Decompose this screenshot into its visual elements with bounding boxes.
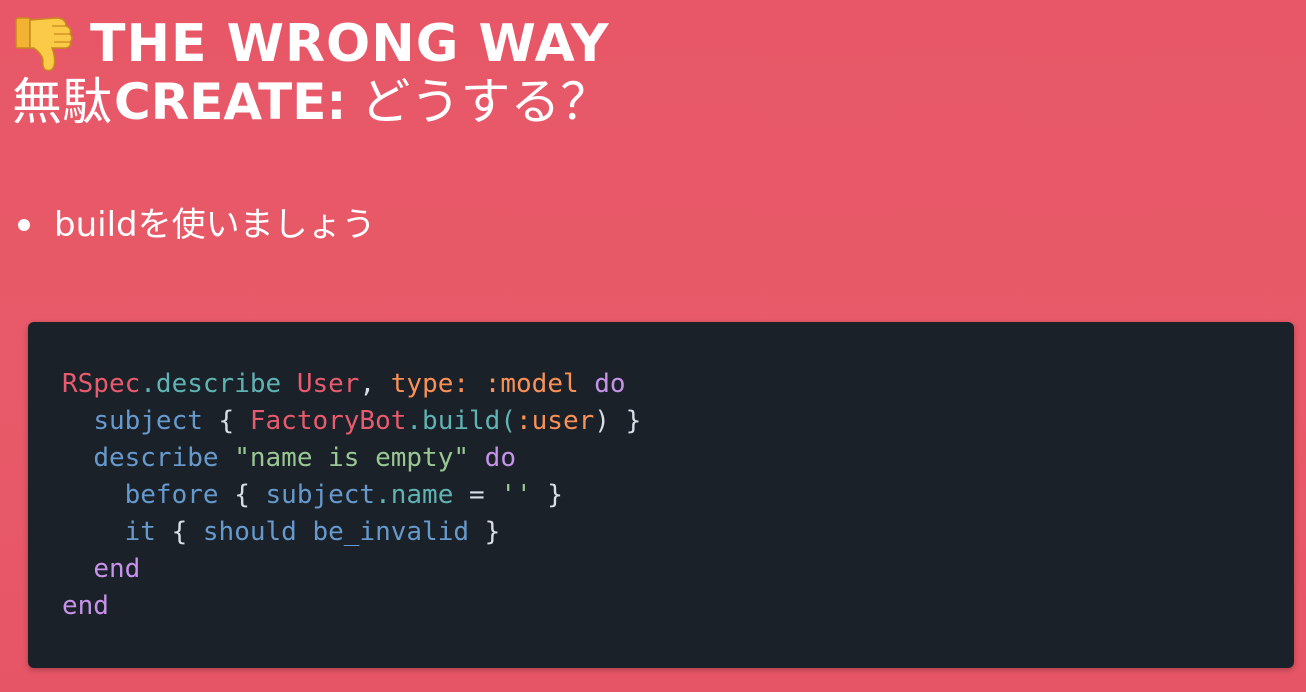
code-token: { <box>218 480 266 510</box>
code-token: before <box>124 480 219 510</box>
code-token: } <box>469 517 501 547</box>
code-token: , <box>359 369 391 399</box>
code-content: RSpec.describe User, type: :model do sub… <box>62 366 641 625</box>
code-token: :user <box>515 406 595 436</box>
code-token: do <box>484 443 516 473</box>
subtitle-question: どうする？ <box>360 73 611 131</box>
code-token: type: <box>390 369 470 399</box>
code-token: { <box>155 517 203 547</box>
code-token: it <box>124 517 156 547</box>
title-line-1: The Wrong Way <box>12 12 1012 76</box>
bullet-item: buildを使いましょう <box>18 200 376 250</box>
slide-title: The Wrong Way 無駄 create: どうする？ <box>12 12 1012 136</box>
code-line: describe "name is empty" do <box>62 440 641 477</box>
code-token: subject <box>93 406 203 436</box>
bullet-text: buildを使いましょう <box>54 205 376 245</box>
code-token: { <box>202 406 250 436</box>
thumbs-down-icon <box>12 14 78 74</box>
code-token: subject <box>265 480 376 510</box>
code-line: before { subject.name = '' } <box>62 477 641 514</box>
subtitle-kanji: 無駄 <box>12 73 112 131</box>
code-token: '' <box>500 480 532 510</box>
code-token: should be_invalid <box>202 517 470 547</box>
code-line: RSpec.describe User, type: :model do <box>62 366 641 403</box>
slide: The Wrong Way 無駄 create: どうする？ buildを使いま… <box>0 0 1306 692</box>
code-token: do <box>594 369 626 399</box>
subtitle-create: create: <box>114 73 347 131</box>
code-line: it { should be_invalid } <box>62 514 641 551</box>
code-token: "name is empty" <box>234 443 470 473</box>
title-text: The Wrong Way <box>90 14 610 74</box>
code-token: = <box>453 480 501 510</box>
code-token: end <box>93 554 141 584</box>
code-token: .name <box>375 480 454 510</box>
bullet-dot-icon <box>18 219 30 231</box>
subtitle-line: 無駄 create: どうする？ <box>12 72 1012 136</box>
code-token: :model <box>484 369 579 399</box>
code-token: FactoryBot <box>249 406 407 436</box>
code-token: .describe <box>140 369 297 399</box>
code-line: subject { FactoryBot.build(:user) } <box>62 403 641 440</box>
code-token: User <box>296 369 360 399</box>
code-token: .build( <box>406 406 516 436</box>
code-line: end <box>62 588 641 625</box>
code-token: ) } <box>594 406 642 436</box>
code-block: RSpec.describe User, type: :model do sub… <box>28 322 1294 668</box>
code-token: end <box>62 591 109 621</box>
code-line: end <box>62 551 641 588</box>
code-token: describe <box>93 443 219 473</box>
code-token: } <box>531 480 563 510</box>
code-token: RSpec <box>62 369 141 399</box>
